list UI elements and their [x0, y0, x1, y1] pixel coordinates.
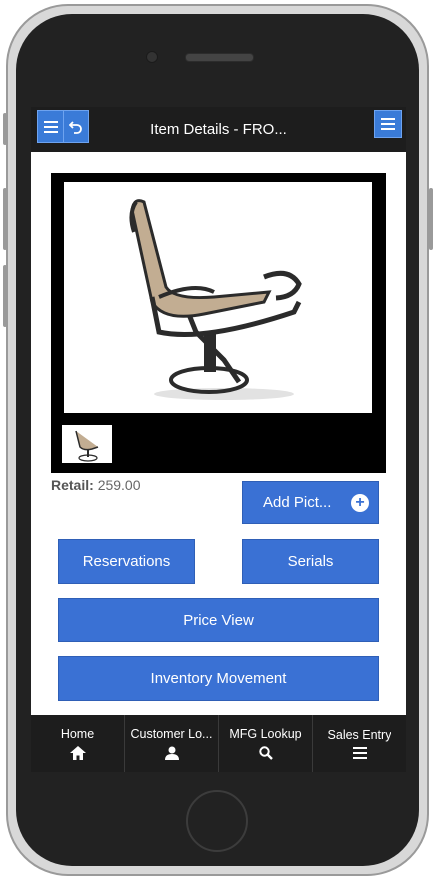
back-button[interactable] [63, 110, 89, 143]
add-picture-button[interactable]: Add Pict... + [242, 481, 379, 524]
inventory-movement-label: Inventory Movement [150, 670, 287, 687]
top-bar: Item Details - FRO... [31, 107, 406, 152]
app-screen: Item Details - FRO... Retail: 259.00 Add… [31, 107, 406, 772]
image-gallery [51, 173, 386, 473]
thumbnail-image[interactable] [62, 425, 112, 463]
retail-price: Retail: 259.00 [51, 477, 141, 493]
serials-button[interactable]: Serials [242, 539, 379, 584]
reservations-button[interactable]: Reservations [58, 539, 195, 584]
nav-home-label: Home [60, 727, 95, 741]
nav-customer-lookup-label: Customer Lo... [130, 727, 213, 741]
product-image[interactable] [64, 182, 372, 413]
serials-label: Serials [287, 553, 334, 570]
price-view-label: Price View [183, 611, 254, 629]
nav-home[interactable]: Home [31, 715, 125, 772]
chair-thumbnail [75, 430, 99, 462]
undo-icon [69, 120, 82, 134]
mute-switch [3, 113, 7, 145]
power-button [429, 188, 433, 250]
nav-sales-entry[interactable]: Sales Entry [313, 715, 406, 772]
nav-mfg-lookup-label: MFG Lookup [229, 727, 302, 741]
speaker-grille [185, 53, 254, 62]
plus-icon: + [351, 494, 369, 512]
price-view-button[interactable]: Price View [58, 598, 379, 642]
page-title: Item Details - FRO... [150, 121, 287, 138]
inventory-movement-button[interactable]: Inventory Movement [58, 656, 379, 701]
search-icon [258, 746, 273, 760]
options-menu-button[interactable] [374, 110, 402, 138]
chair-image [129, 199, 302, 400]
retail-label: Retail: [51, 477, 94, 493]
nav-mfg-lookup[interactable]: MFG Lookup [219, 715, 313, 772]
menu-icon [381, 118, 395, 130]
nav-sales-entry-label: Sales Entry [327, 728, 392, 742]
menu-icon [43, 120, 58, 133]
user-icon [164, 746, 179, 760]
bottom-nav: Home Customer Lo... MFG Lookup Sales Ent… [31, 715, 406, 772]
home-button[interactable] [186, 790, 248, 852]
menu-icon [352, 747, 367, 759]
menu-button[interactable] [37, 110, 64, 143]
volume-down-button [3, 265, 7, 327]
add-picture-label: Add Pict... [263, 494, 332, 511]
reservations-label: Reservations [82, 553, 171, 570]
front-camera [146, 51, 158, 63]
retail-value: 259.00 [97, 477, 141, 493]
nav-customer-lookup[interactable]: Customer Lo... [125, 715, 219, 772]
volume-up-button [3, 188, 7, 250]
home-icon [69, 746, 86, 760]
